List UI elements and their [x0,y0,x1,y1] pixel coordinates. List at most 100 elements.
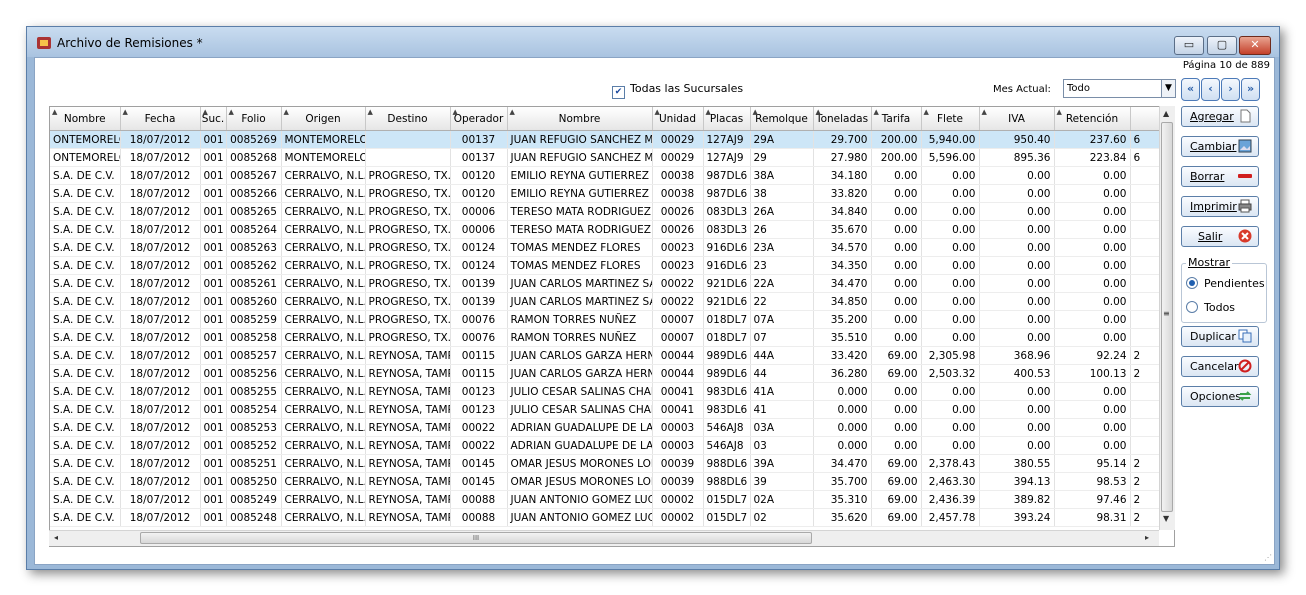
table-row[interactable]: S.A. DE C.V. 18/07/2012 001 0085267 CERRALVO… [50,166,1161,185]
todos-radio[interactable]: Todos [1186,301,1235,314]
borrar-button[interactable]: Borrar [1181,166,1259,187]
mes-actual-select[interactable]: Todo ▼ [1063,79,1176,98]
remisiones-grid[interactable]: ▲ Nombre ▲ Fecha ▲ Suc. ▲ Folio ▲ Origen ▲ Destino ▲… [49,106,1175,547]
cell-fecha: 18/07/2012 [120,256,201,275]
column-header-destino[interactable]: ▲ Destino [365,107,451,131]
duplicar-button[interactable]: Duplicar [1181,326,1259,347]
table-row[interactable]: S.A. DE C.V. 18/07/2012 001 0085262 CERRALVO… [50,256,1161,275]
horizontal-scrollbar[interactable]: ◂ III ▸ [49,530,1159,546]
cell-iva: 895.36 [979,148,1055,167]
remisiones-table: ▲ Nombre ▲ Fecha ▲ Suc. ▲ Folio ▲ Origen ▲ Destino ▲… [50,107,1161,527]
column-header-nombre[interactable]: ▲ Nombre [50,107,121,131]
next-page-button[interactable]: › [1221,78,1240,101]
agregar-button[interactable]: Agregar [1181,106,1259,127]
title-bar[interactable]: Archivo de Remisiones * ▭ ▢ ✕ [27,27,1279,57]
table-row[interactable]: S.A. DE C.V. 18/07/2012 001 0085250 CERRALVO… [50,472,1161,491]
column-header-iva[interactable]: ▲ IVA [979,107,1055,131]
scroll-right-icon[interactable]: ▸ [1145,533,1149,542]
pendientes-radio[interactable]: Pendientes [1186,277,1265,290]
first-page-button[interactable]: « [1181,78,1200,101]
table-row[interactable]: S.A. DE C.V. 18/07/2012 001 0085258 CERRALVO… [50,328,1161,347]
table-row[interactable]: S.A. DE C.V. 18/07/2012 001 0085264 CERRALVO… [50,220,1161,239]
table-row[interactable]: S.A. DE C.V. 18/07/2012 001 0085255 CERRALVO… [50,382,1161,401]
todas-sucursales-checkbox[interactable]: ✔ Todas las Sucursales [612,82,743,99]
table-row[interactable]: S.A. DE C.V. 18/07/2012 001 0085251 CERRALVO… [50,454,1161,473]
cell-nombre-operador: JULIO CESAR SALINAS CHAPA [507,382,653,401]
scroll-down-icon[interactable]: ▼ [1163,514,1169,523]
table-row[interactable]: ONTEMORELOS18/07/20120010085269MONTEMORE… [50,130,1161,149]
table-row[interactable]: S.A. DE C.V. 18/07/2012 001 0085265 CERRALVO… [50,202,1161,221]
cancelar-button[interactable]: Cancelar [1181,356,1259,377]
cell-remolque: 26 [750,220,814,239]
column-header-folio[interactable]: ▲ Folio [226,107,282,131]
sort-icon: ▲ [283,108,289,116]
column-header-fecha[interactable]: ▲ Fecha [120,107,201,131]
cell-tarifa: 0.00 [871,292,922,311]
cell-extra [1130,436,1161,455]
checkbox-check-icon: ✔ [612,86,625,99]
cell-origen: CERRALVO, N.L. [281,184,366,203]
column-header-operador[interactable]: ▲ Operador [450,107,508,131]
last-page-button[interactable]: » [1241,78,1260,101]
horizontal-scroll-thumb[interactable]: III [140,532,812,544]
scroll-up-icon[interactable]: ▲ [1163,109,1169,118]
table-row[interactable]: S.A. DE C.V. 18/07/2012 001 0085257 CERRALVO… [50,346,1161,365]
resize-grip-icon[interactable]: ⋰ [1264,553,1272,562]
cell-unidad: 00007 [652,328,704,347]
imprimir-button[interactable]: Imprimir [1181,196,1259,217]
sort-icon: ▲ [923,108,929,116]
cell-nombre: S.A. DE C.V. [50,454,121,473]
column-header-tarifa[interactable]: ▲ Tarifa [871,107,922,131]
scroll-left-icon[interactable]: ◂ [54,533,58,542]
table-row[interactable]: S.A. DE C.V. 18/07/2012 001 0085263 CERRALVO… [50,238,1161,257]
maximize-button[interactable]: ▢ [1207,36,1237,55]
cell-retencion: 0.00 [1054,400,1131,419]
column-header-placas[interactable]: ▲ Placas [703,107,751,131]
salir-button[interactable]: Salir [1181,226,1259,247]
column-header-remolque[interactable]: ▲ Remolque [750,107,814,131]
cell-tarifa: 0.00 [871,220,922,239]
table-row[interactable]: S.A. DE C.V. 18/07/2012 001 0085252 CERRALVO… [50,436,1161,455]
cell-remolque: 29A [750,130,814,149]
column-header-nombre-operador[interactable]: ▲ Nombre [507,107,653,131]
cell-retencion: 0.00 [1054,418,1131,437]
cell-origen: MONTEMORELOS [281,130,366,149]
column-header-flete[interactable]: ▲ Flete [921,107,980,131]
column-header-origen[interactable]: ▲ Origen [281,107,366,131]
column-header-retencion[interactable]: ▲ Retención [1054,107,1131,131]
column-header-unidad[interactable]: ▲ Unidad [652,107,704,131]
table-row[interactable]: S.A. DE C.V. 18/07/2012 001 0085261 CERRALVO… [50,274,1161,293]
table-row[interactable]: S.A. DE C.V. 18/07/2012 001 0085256 CERRALVO… [50,364,1161,383]
sort-icon: ▲ [873,108,879,116]
cell-toneladas: 34.570 [813,238,872,257]
close-button[interactable]: ✕ [1239,36,1271,55]
table-row[interactable]: S.A. DE C.V. 18/07/2012 001 0085248 CERRALVO… [50,508,1161,527]
opciones-button[interactable]: Opciones [1181,386,1259,407]
cell-origen: CERRALVO, N.L. [281,382,366,401]
table-row[interactable]: ONTEMORELOS18/07/20120010085268MONTEMORE… [50,148,1161,167]
table-row[interactable]: S.A. DE C.V. 18/07/2012 001 0085254 CERRALVO… [50,400,1161,419]
vertical-scrollbar[interactable]: ▲ ≡ ▼ [1159,106,1175,530]
cell-retencion: 0.00 [1054,328,1131,347]
cell-flete: 0.00 [921,166,980,185]
cell-nombre: S.A. DE C.V. [50,256,121,275]
column-header-toneladas[interactable]: ▲ Toneladas [813,107,872,131]
column-header-label: Unidad [658,112,697,125]
cambiar-button[interactable]: Cambiar [1181,136,1259,157]
cell-folio: 0085253 [226,418,282,437]
column-header-extra[interactable] [1130,107,1161,131]
table-row[interactable]: S.A. DE C.V. 18/07/2012 001 0085253 CERRALVO… [50,418,1161,437]
table-row[interactable]: S.A. DE C.V. 18/07/2012 001 0085259 CERRALVO… [50,310,1161,329]
cell-retencion: 92.24 [1054,346,1131,365]
cell-origen: CERRALVO, N.L. [281,166,366,185]
vertical-scroll-thumb[interactable]: ≡ [1161,122,1173,512]
table-row[interactable]: S.A. DE C.V. 18/07/2012 001 0085266 CERRALVO… [50,184,1161,203]
column-header-suc[interactable]: ▲ Suc. [200,107,227,131]
prev-page-button[interactable]: ‹ [1201,78,1220,101]
cell-extra: 2 [1130,346,1161,365]
minimize-button[interactable]: ▭ [1174,36,1204,55]
table-row[interactable]: S.A. DE C.V. 18/07/2012 001 0085249 CERRALVO… [50,490,1161,509]
table-row[interactable]: S.A. DE C.V. 18/07/2012 001 0085260 CERRALVO… [50,292,1161,311]
cell-origen: CERRALVO, N.L. [281,454,366,473]
cell-tarifa: 200.00 [871,148,922,167]
